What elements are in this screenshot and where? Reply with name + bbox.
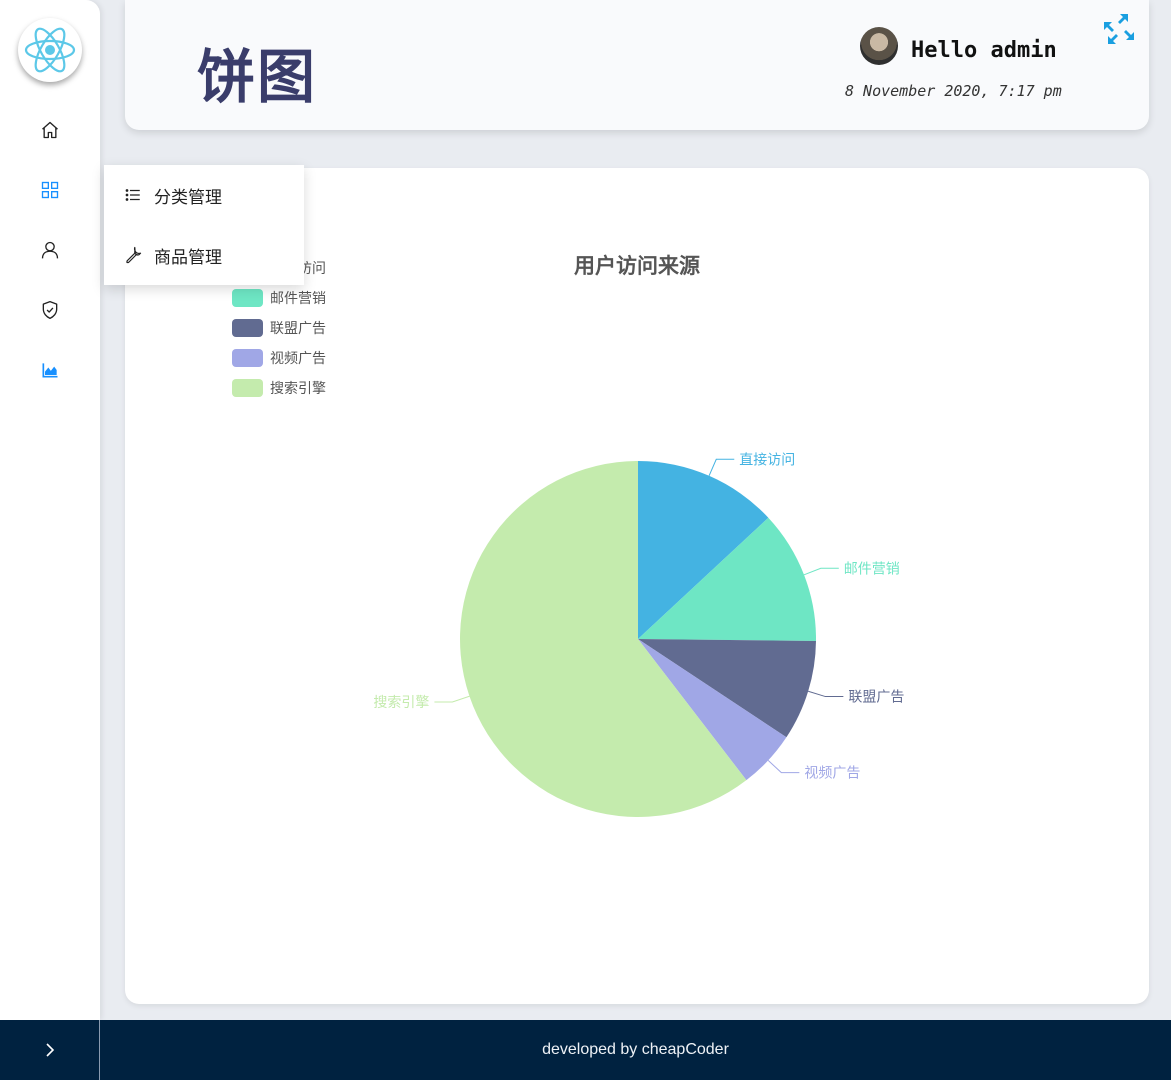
legend-label: 视频广告: [270, 351, 326, 367]
sidebar-item-home[interactable]: [0, 110, 100, 150]
submenu-item-product[interactable]: 商品管理: [104, 225, 304, 285]
legend-swatch: [232, 319, 263, 337]
legend-swatch: [232, 379, 263, 397]
legend-swatch: [232, 289, 263, 307]
expand-arrows-icon[interactable]: [1100, 12, 1136, 48]
legend-item[interactable]: 邮件营销: [232, 283, 326, 313]
footer: developed by cheapCoder: [0, 1020, 1171, 1080]
submenu-popup: 分类管理 商品管理: [104, 165, 304, 285]
chevron-right-icon: [45, 1043, 54, 1057]
current-date: 8 November 2020, 7:17 pm: [845, 82, 1062, 100]
sidebar: [0, 0, 100, 1020]
label-line: [708, 458, 735, 477]
submenu-item-label: 分类管理: [154, 187, 222, 208]
slice-label: 联盟广告: [848, 690, 904, 706]
list-icon: [125, 189, 140, 201]
label-line: [767, 760, 800, 774]
sidebar-item-charts[interactable]: [0, 350, 100, 390]
user-icon: [41, 241, 59, 259]
sidebar-item-user[interactable]: [0, 230, 100, 270]
legend-item[interactable]: 视频广告: [232, 343, 326, 373]
legend-item[interactable]: 联盟广告: [232, 313, 326, 343]
wrench-icon: [126, 246, 142, 264]
legend-swatch: [232, 349, 263, 367]
label-line: [803, 567, 839, 576]
greeting: Hello admin: [911, 38, 1057, 63]
label-line: [808, 690, 844, 698]
area-chart-icon: [42, 363, 58, 378]
slice-label: 邮件营销: [844, 561, 900, 577]
sidebar-item-products[interactable]: [0, 170, 100, 210]
sidebar-item-role[interactable]: [0, 290, 100, 330]
sidebar-collapse-toggle[interactable]: [0, 1020, 100, 1080]
grid-icon: [41, 181, 59, 199]
legend-label: 搜索引擎: [270, 381, 326, 397]
submenu-item-category[interactable]: 分类管理: [104, 165, 304, 225]
label-line: [434, 695, 470, 703]
slice-label: 直接访问: [739, 451, 795, 468]
slice-label: 视频广告: [804, 766, 860, 782]
page-title: 饼图: [197, 43, 318, 111]
submenu-item-label: 商品管理: [154, 247, 222, 268]
home-icon: [42, 121, 58, 139]
shield-check-icon: [42, 301, 58, 319]
legend-item[interactable]: 搜索引擎: [232, 373, 326, 403]
header: 饼图 Hello admin 8 November 2020, 7:17 pm: [125, 0, 1149, 130]
avatar[interactable]: [860, 27, 898, 65]
react-logo-icon[interactable]: [18, 18, 82, 82]
chart-card: 直接访问邮件营销联盟广告视频广告搜索引擎 用户访问来源 直接访问邮件营销联盟广告…: [125, 168, 1149, 1004]
footer-credit: developed by cheapCoder: [542, 1041, 729, 1058]
slice-label: 搜索引擎: [373, 694, 429, 711]
legend-label: 邮件营销: [270, 291, 326, 307]
legend-label: 联盟广告: [270, 321, 326, 337]
